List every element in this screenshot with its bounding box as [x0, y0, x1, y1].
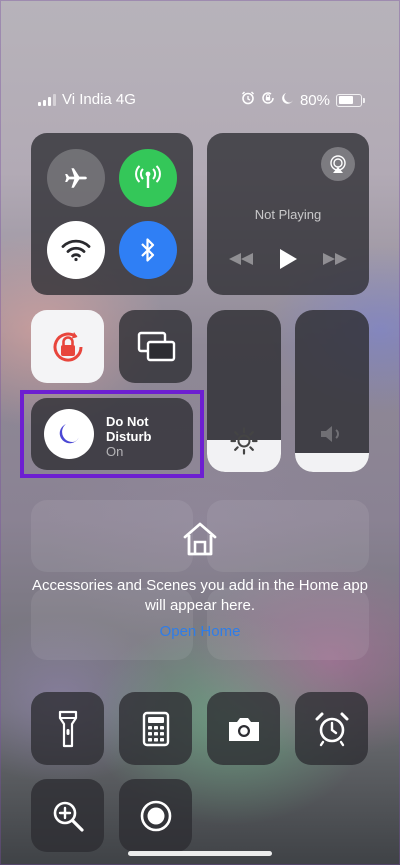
battery-percent: 80% [299, 91, 330, 109]
airplane-icon [65, 168, 87, 188]
speaker-icon [321, 426, 339, 442]
flashlight-icon [58, 710, 77, 747]
play-icon [280, 249, 297, 269]
rewind-button[interactable] [227, 251, 255, 272]
magnifier-icon [53, 801, 84, 832]
carrier-label: Vi India 4G [62, 91, 136, 108]
sun-icon [230, 427, 258, 455]
home-message: Accessories and Scenes you add in the Ho… [31, 577, 369, 614]
open-home-link[interactable]: Open Home [31, 623, 369, 640]
airplane-mode-button[interactable] [47, 149, 105, 207]
screen-record-icon [140, 800, 171, 831]
moon-icon [59, 424, 79, 444]
focus-do-not-disturb-button[interactable]: Do Not Disturb On [31, 398, 193, 470]
screen-mirroring-button[interactable] [119, 310, 192, 383]
signal-strength-icon [38, 93, 56, 106]
fast-forward-icon [323, 253, 347, 265]
play-button[interactable] [277, 247, 299, 276]
camera-button[interactable] [207, 692, 280, 765]
moon-icon [281, 92, 294, 109]
magnifier-button[interactable] [31, 779, 104, 852]
wifi-icon [61, 239, 91, 262]
focus-title: Do Not Disturb [106, 414, 152, 444]
home-accessories-area: Accessories and Scenes you add in the Ho… [31, 500, 369, 662]
brightness-slider[interactable] [207, 310, 281, 472]
volume-level [295, 452, 369, 472]
media-status: Not Playing [254, 207, 322, 222]
calculator-icon [142, 711, 169, 746]
home-icon [183, 522, 217, 556]
airplay-icon [330, 155, 346, 173]
status-bar: Vi India 4G 80% [0, 90, 400, 110]
alarm-clock-button[interactable] [295, 692, 368, 765]
camera-icon [228, 717, 259, 741]
bluetooth-icon [141, 238, 155, 262]
rewind-icon [229, 253, 253, 265]
media-player-panel[interactable]: Not Playing [207, 133, 369, 295]
battery-icon [336, 93, 365, 107]
focus-state: On [106, 444, 124, 459]
alarm-icon [241, 91, 255, 109]
orientation-lock-icon [53, 331, 83, 362]
calculator-button[interactable] [119, 692, 192, 765]
cellular-data-button[interactable] [119, 149, 177, 207]
fast-forward-button[interactable] [321, 251, 349, 272]
volume-slider[interactable] [295, 310, 369, 472]
antenna-icon [135, 165, 161, 188]
bluetooth-button[interactable] [119, 221, 177, 279]
home-indicator[interactable] [128, 851, 272, 856]
alarm-clock-icon [315, 712, 348, 746]
wifi-button[interactable] [47, 221, 105, 279]
airplay-button[interactable] [321, 147, 355, 181]
connectivity-panel [31, 133, 193, 295]
orientation-lock-button[interactable] [31, 310, 104, 383]
flashlight-button[interactable] [31, 692, 104, 765]
orientation-lock-icon [261, 91, 275, 109]
screen-mirroring-icon [137, 331, 175, 361]
screen-record-button[interactable] [119, 779, 192, 852]
